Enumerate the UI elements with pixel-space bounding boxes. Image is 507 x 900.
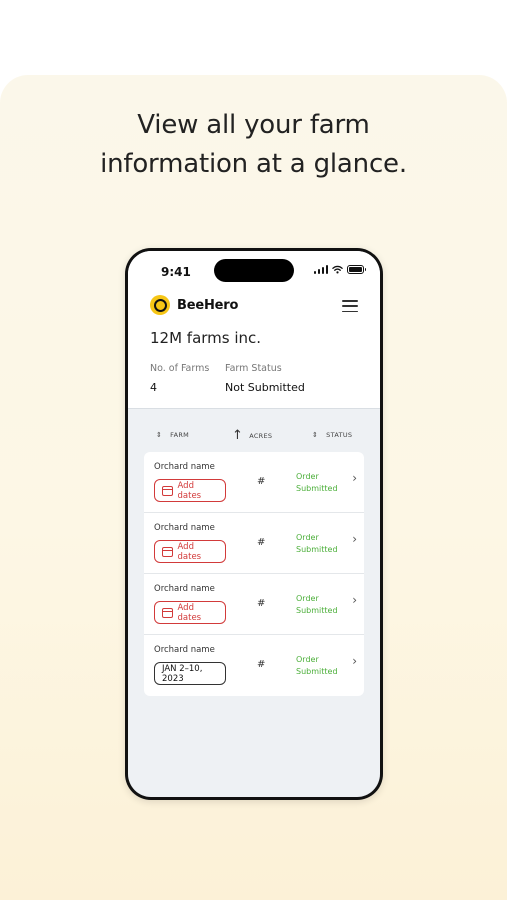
sort-icon: ⇕ [156, 430, 163, 439]
orchard-name: Orchard name [154, 462, 215, 472]
chevron-right-icon[interactable]: › [352, 532, 357, 546]
chevron-right-icon[interactable]: › [352, 593, 357, 607]
add-dates-button[interactable]: Add dates [154, 540, 226, 563]
logo-icon [150, 295, 170, 315]
date-label: JAN 2–10, 2023 [162, 663, 203, 684]
acres-value: # [257, 476, 266, 487]
table-row[interactable]: Orchard name Add dates # Order Submitted… [144, 452, 364, 513]
table-header: ⇕ FARM ↑ ACRES ⇕ STATUS [144, 428, 364, 443]
date-range-button[interactable]: JAN 2–10, 2023 [154, 662, 226, 685]
phone-screen: 9:41 BeeHero 12M farms inc. No. of Farms… [128, 251, 380, 797]
status-line: Order [296, 533, 319, 542]
phone-frame: 9:41 BeeHero 12M farms inc. No. of Farms… [125, 248, 383, 800]
column-status[interactable]: ⇕ STATUS [312, 431, 352, 439]
status-line: Submitted [296, 667, 338, 676]
table-row[interactable]: Orchard name Add dates # Order Submitted… [144, 574, 364, 635]
calendar-icon [162, 546, 173, 557]
acres-value: # [257, 598, 266, 609]
sort-icon: ⇕ [312, 430, 319, 439]
table-row[interactable]: Orchard name Add dates # Order Submitted… [144, 513, 364, 574]
promo-headline: View all your farm information at a glan… [0, 106, 507, 184]
status-bar: 9:41 [128, 251, 380, 287]
date-label: Add dates [177, 602, 202, 623]
status-line: Order [296, 594, 319, 603]
brand-name: BeeHero [177, 297, 239, 313]
order-status: Order Submitted [296, 593, 338, 617]
table-row[interactable]: Orchard name JAN 2–10, 2023 # Order Subm… [144, 635, 364, 696]
stat-value: 4 [150, 381, 157, 394]
column-acres[interactable]: ↑ ACRES [232, 428, 273, 443]
stat-farm-status: Farm Status Not Submitted [225, 363, 305, 394]
acres-value: # [257, 659, 266, 670]
order-status: Order Submitted [296, 654, 338, 678]
brand: BeeHero [150, 295, 238, 315]
dynamic-island [214, 259, 294, 282]
status-line: Submitted [296, 484, 338, 493]
column-label: FARM [170, 431, 190, 439]
status-time: 9:41 [161, 265, 191, 279]
orchard-name: Orchard name [154, 523, 215, 533]
farm-list: Orchard name Add dates # Order Submitted… [144, 452, 364, 696]
date-label: Add dates [177, 541, 202, 562]
acres-value: # [257, 537, 266, 548]
battery-icon [347, 265, 366, 274]
status-line: Order [296, 655, 319, 664]
wifi-icon [332, 265, 343, 274]
status-line: Order [296, 472, 319, 481]
arrow-up-icon: ↑ [232, 428, 244, 443]
order-status: Order Submitted [296, 532, 338, 556]
stat-label: Farm Status [225, 363, 282, 374]
date-label: Add dates [177, 480, 202, 501]
order-status: Order Submitted [296, 471, 338, 495]
column-farm[interactable]: ⇕ FARM [156, 431, 189, 439]
chevron-right-icon[interactable]: › [352, 654, 357, 668]
menu-icon[interactable] [342, 300, 358, 312]
status-line: Submitted [296, 606, 338, 615]
stat-value: Not Submitted [225, 381, 305, 394]
column-label: ACRES [249, 432, 273, 440]
headline-line-1: View all your farm [137, 110, 370, 140]
status-line: Submitted [296, 545, 338, 554]
chevron-right-icon[interactable]: › [352, 471, 357, 485]
company-name: 12M farms inc. [150, 329, 262, 347]
add-dates-button[interactable]: Add dates [154, 601, 226, 624]
calendar-icon [162, 607, 173, 618]
headline-line-2: information at a glance. [100, 149, 407, 179]
orchard-name: Orchard name [154, 645, 215, 655]
system-icons [313, 265, 366, 274]
signal-icon [313, 265, 328, 274]
stat-farm-count: No. of Farms 4 [150, 363, 209, 394]
stat-label: No. of Farms [150, 363, 210, 374]
add-dates-button[interactable]: Add dates [154, 479, 226, 502]
column-label: STATUS [326, 431, 353, 439]
calendar-icon [162, 485, 173, 496]
orchard-name: Orchard name [154, 584, 215, 594]
